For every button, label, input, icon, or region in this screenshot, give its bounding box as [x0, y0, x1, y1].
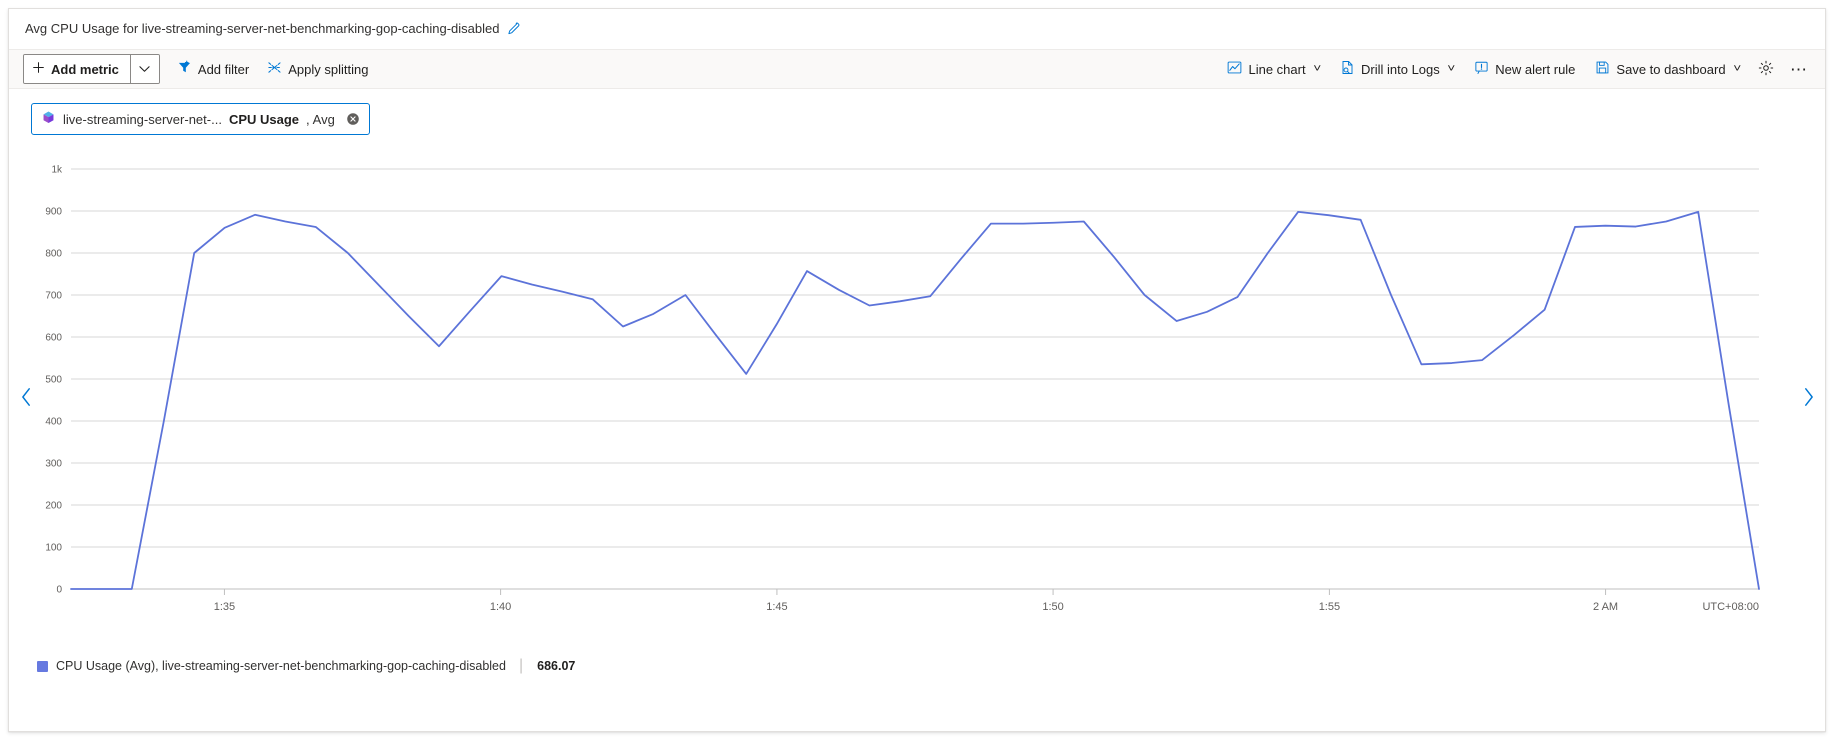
metric-line-chart[interactable]: 0 100 200 300 400 500 600 700 800 900 1k 1:35 1:40 1:… — [9, 147, 1825, 637]
more-options-button[interactable]: ⋯ — [1783, 55, 1815, 83]
legend-series-value: 686.07 — [537, 659, 576, 673]
metrics-explorer-page: Avg CPU Usage for live-streaming-server-… — [0, 0, 1834, 740]
y-axis-tick-label: 300 — [45, 459, 62, 470]
apply-splitting-button[interactable]: Apply splitting — [258, 55, 377, 83]
save-to-dashboard-button[interactable]: Save to dashboard ˅ — [1586, 55, 1749, 83]
y-axis-tick-label: 200 — [45, 501, 62, 512]
y-axis-tick-label: 700 — [45, 291, 62, 302]
y-axis-tick-label: 900 — [45, 207, 62, 218]
chart-command-bar: Add metric Add filter Apply splitting Li… — [9, 49, 1825, 89]
x-axis-tick-label: 2 AM — [1593, 601, 1618, 613]
command-bar-left-group: Add metric Add filter Apply splitting — [23, 54, 377, 84]
chart-legend: CPU Usage (Avg), live-streaming-server-n… — [9, 647, 1825, 675]
new-alert-rule-button[interactable]: New alert rule — [1465, 55, 1584, 83]
pencil-icon[interactable] — [506, 22, 520, 36]
command-bar-right-group: Line chart ˅ Drill into Logs ˅ New alert… — [1218, 55, 1815, 83]
page-title: Avg CPU Usage for live-streaming-server-… — [25, 21, 500, 36]
metric-chip-aggregation: Avg — [312, 111, 335, 127]
metric-pill-row: live-streaming-server-net-... CPU Usage,… — [9, 89, 1825, 139]
timezone-label: UTC+08:00 — [1702, 601, 1759, 613]
chevron-left-icon[interactable] — [15, 384, 37, 410]
y-axis-tick-label: 400 — [45, 417, 62, 428]
filter-icon — [177, 60, 192, 78]
drill-into-logs-icon — [1340, 60, 1355, 78]
add-metric-button[interactable]: Add metric — [24, 55, 130, 83]
y-axis-tick-label: 800 — [45, 249, 62, 260]
x-axis-tick-label: 1:45 — [766, 601, 787, 613]
add-filter-button[interactable]: Add filter — [168, 55, 258, 83]
y-axis-tick-label: 500 — [45, 375, 62, 386]
chevron-down-icon — [139, 66, 151, 72]
apply-splitting-label: Apply splitting — [288, 61, 369, 77]
add-metric-split-button[interactable]: Add metric — [23, 54, 160, 84]
add-filter-label: Add filter — [197, 61, 250, 77]
drill-into-logs-label: Drill into Logs — [1361, 61, 1440, 77]
close-circle-icon[interactable] — [346, 112, 360, 126]
save-icon — [1595, 60, 1610, 78]
chevron-down-icon: ˅ — [1732, 62, 1741, 75]
series-line[interactable] — [70, 210, 1760, 590]
metric-chip-resource: live-streaming-server-net-... — [63, 111, 222, 127]
alert-rule-icon — [1474, 60, 1489, 78]
add-metric-dropdown-toggle[interactable] — [129, 55, 159, 83]
metric-chip-separator: , — [306, 111, 310, 127]
y-axis-tick-label: 600 — [45, 333, 62, 344]
metric-chip-metric: CPU Usage — [228, 111, 300, 127]
line-chart-icon — [1227, 60, 1242, 78]
splitting-icon — [267, 60, 282, 78]
gear-icon — [1758, 60, 1774, 79]
virtual-machine-icon — [41, 110, 56, 128]
ellipsis-icon: ⋯ — [1790, 59, 1808, 79]
legend-divider: | — [518, 657, 524, 674]
chevron-down-icon: ˅ — [1446, 62, 1456, 75]
legend-color-swatch — [37, 660, 48, 672]
new-alert-rule-label: New alert rule — [1495, 61, 1576, 77]
plus-icon — [32, 61, 45, 77]
chart-type-button[interactable]: Line chart ˅ — [1218, 55, 1329, 83]
y-axis-tick-label: 0 — [56, 585, 62, 596]
x-axis-tick-label: 1:35 — [214, 601, 235, 613]
chart-type-label: Line chart — [1248, 61, 1306, 77]
chart-title-row: Avg CPU Usage for live-streaming-server-… — [9, 9, 1825, 49]
chevron-right-icon[interactable] — [1797, 384, 1819, 410]
legend-series-label[interactable]: CPU Usage (Avg), live-streaming-server-n… — [56, 659, 506, 673]
save-to-dashboard-label: Save to dashboard — [1616, 61, 1726, 77]
chart-settings-button[interactable] — [1751, 55, 1781, 83]
metric-chart-card: Avg CPU Usage for live-streaming-server-… — [8, 8, 1826, 732]
metric-chip[interactable]: live-streaming-server-net-... CPU Usage,… — [31, 103, 370, 135]
y-axis-tick-label: 1k — [51, 165, 63, 176]
y-axis-tick-label: 100 — [45, 543, 62, 554]
x-axis-tick-label: 1:55 — [1319, 601, 1340, 613]
add-metric-label: Add metric — [51, 61, 119, 77]
x-axis-tick-label: 1:50 — [1042, 601, 1063, 613]
chevron-down-icon: ˅ — [1312, 62, 1321, 75]
chart-plot-area: 0 100 200 300 400 500 600 700 800 900 1k 1:35 1:40 1:… — [9, 147, 1825, 647]
drill-into-logs-button[interactable]: Drill into Logs ˅ — [1331, 55, 1463, 83]
x-axis-tick-label: 1:40 — [490, 601, 511, 613]
